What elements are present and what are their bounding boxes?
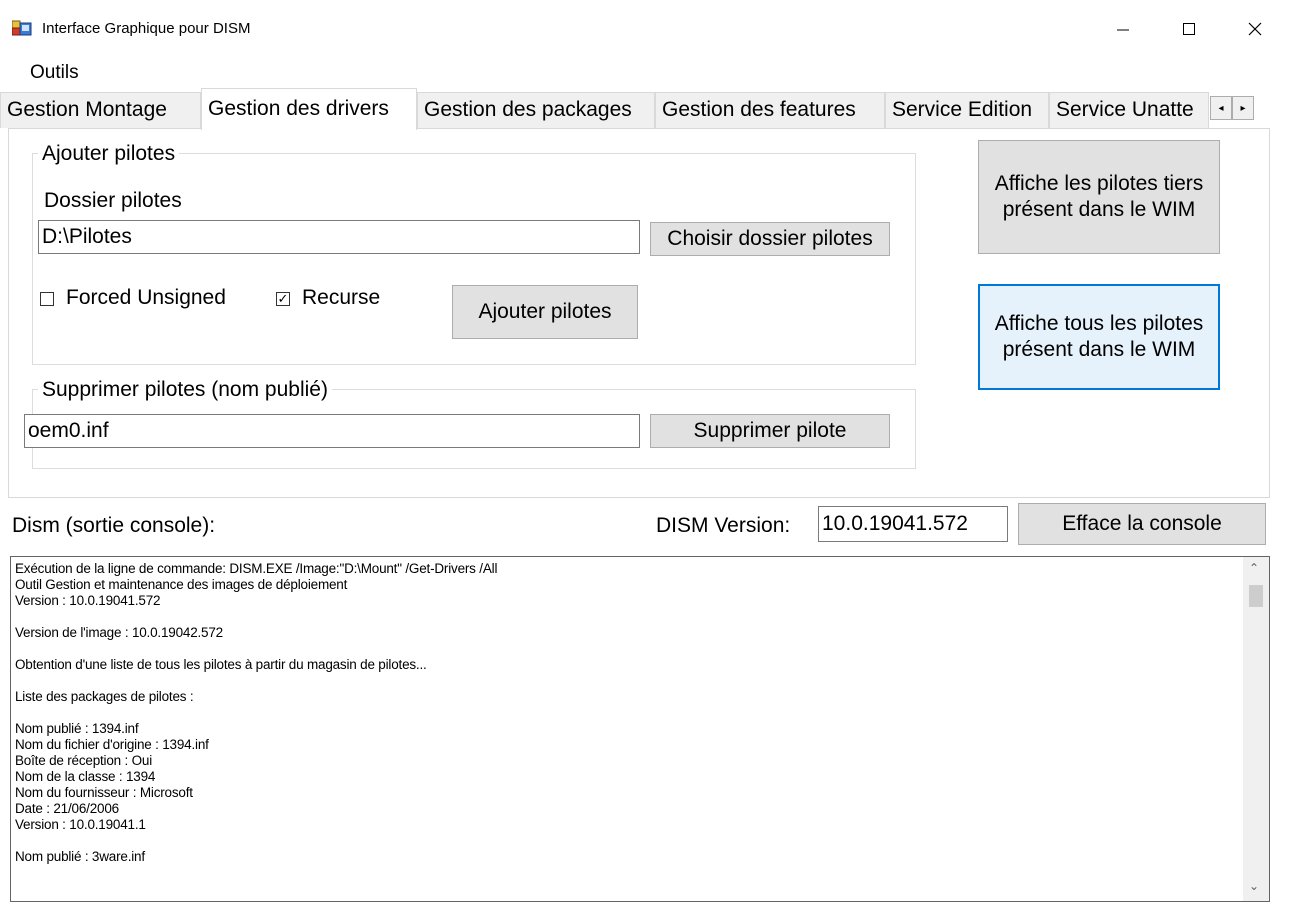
- tab-gestion-montage[interactable]: Gestion Montage: [0, 92, 201, 128]
- menu-item-outils[interactable]: Outils: [30, 62, 79, 84]
- scrollbar-thumb[interactable]: [1249, 585, 1263, 607]
- console-line: Version : 10.0.19041.1: [15, 817, 146, 832]
- add-drivers-button[interactable]: Ajouter pilotes: [452, 285, 638, 339]
- forced-unsigned-label: Forced Unsigned: [66, 286, 226, 309]
- console-line: Outil Gestion et maintenance des images …: [15, 577, 348, 592]
- minimize-icon: [1117, 29, 1129, 31]
- checkmark-icon: ✓: [277, 291, 289, 306]
- tab-scroll-right-button[interactable]: ▸: [1232, 96, 1254, 120]
- console-line: Liste des packages de pilotes :: [15, 689, 194, 704]
- maximize-icon: [1183, 23, 1195, 35]
- console-line: Nom du fichier d'origine : 1394.inf: [15, 737, 209, 752]
- scroll-up-icon[interactable]: ⌃: [1249, 561, 1259, 575]
- driver-folder-label: Dossier pilotes: [44, 189, 182, 212]
- tab-service-unattend[interactable]: Service Unatte: [1049, 92, 1209, 128]
- tab-gestion-drivers[interactable]: Gestion des drivers: [201, 88, 417, 130]
- app-icon: [11, 20, 32, 36]
- scroll-down-icon[interactable]: ⌄: [1249, 879, 1259, 893]
- tab-service-edition[interactable]: Service Edition: [885, 92, 1049, 128]
- published-name-input[interactable]: oem0.inf: [24, 414, 640, 448]
- console-line: Version : 10.0.19041.572: [15, 593, 161, 608]
- console-output[interactable]: Exécution de la ligne de commande: DISM.…: [10, 556, 1270, 902]
- recurse-label: Recurse: [302, 286, 381, 309]
- console-line: Nom publié : 1394.inf: [15, 721, 139, 736]
- console-text: Exécution de la ligne de commande: DISM.…: [15, 561, 1237, 901]
- close-icon: [1248, 22, 1262, 36]
- console-scrollbar[interactable]: ⌃ ⌄: [1243, 557, 1269, 901]
- console-line: Version de l'image : 10.0.19042.572: [15, 625, 223, 640]
- console-line: Nom publié : 3ware.inf: [15, 849, 145, 864]
- driver-folder-input[interactable]: D:\Pilotes: [38, 220, 640, 254]
- minimize-button[interactable]: [1090, 4, 1156, 54]
- tab-gestion-features[interactable]: Gestion des features: [655, 92, 885, 128]
- remove-drivers-group-title: Supprimer pilotes (nom publié): [38, 378, 332, 402]
- console-line: Nom du fournisseur : Microsoft: [15, 785, 193, 800]
- dism-version-input[interactable]: 10.0.19041.572: [818, 506, 1008, 542]
- console-line: Obtention d'une liste de tous les pilote…: [15, 657, 427, 672]
- show-all-drivers-button[interactable]: Affiche tous les pilotes présent dans le…: [978, 284, 1220, 390]
- dism-version-label: DISM Version:: [656, 514, 791, 537]
- console-line: Exécution de la ligne de commande: DISM.…: [15, 561, 498, 576]
- window-title: Interface Graphique pour DISM: [42, 20, 251, 37]
- clear-console-button[interactable]: Efface la console: [1018, 503, 1266, 545]
- tab-gestion-packages[interactable]: Gestion des packages: [417, 92, 655, 128]
- menu-bar: [0, 58, 1290, 88]
- add-drivers-group-title: Ajouter pilotes: [38, 142, 180, 166]
- close-button[interactable]: [1222, 4, 1288, 54]
- console-line: Boîte de réception : Oui: [15, 753, 153, 768]
- recurse-checkbox[interactable]: ✓: [276, 292, 290, 306]
- tab-scroll-left-button[interactable]: ◂: [1210, 96, 1232, 120]
- show-third-party-drivers-button[interactable]: Affiche les pilotes tiers présent dans l…: [978, 140, 1220, 254]
- forced-unsigned-checkbox[interactable]: [40, 292, 54, 306]
- console-label: Dism (sortie console):: [12, 514, 216, 537]
- choose-folder-button[interactable]: Choisir dossier pilotes: [650, 222, 890, 256]
- chevron-left-icon: ◂: [1218, 102, 1224, 114]
- console-line: Date : 21/06/2006: [15, 801, 119, 816]
- console-line: Nom de la classe : 1394: [15, 769, 156, 784]
- maximize-button[interactable]: [1156, 4, 1222, 54]
- remove-driver-button[interactable]: Supprimer pilote: [650, 414, 890, 448]
- chevron-right-icon: ▸: [1240, 102, 1246, 114]
